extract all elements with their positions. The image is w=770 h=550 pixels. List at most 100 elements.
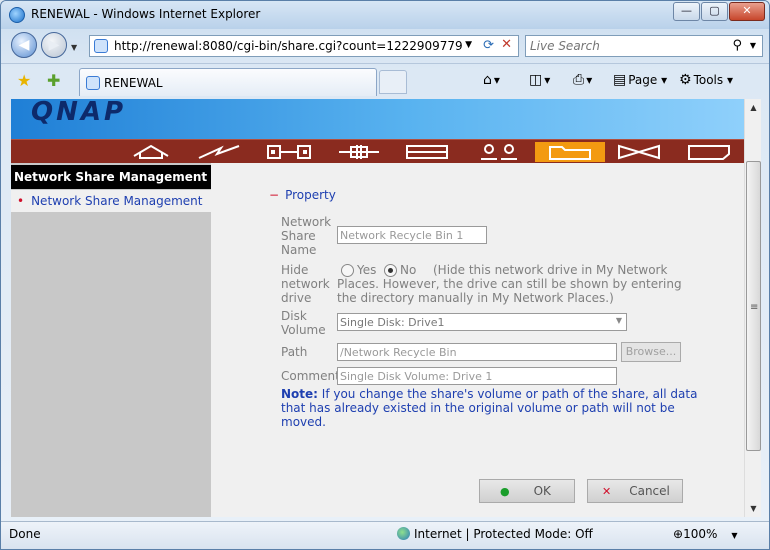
- lightning-icon: [198, 145, 240, 159]
- page-menu-button[interactable]: ▤ Page ▾: [613, 72, 667, 88]
- zone-text: Internet | Protected Mode: Off: [414, 527, 593, 541]
- ok-button[interactable]: ● OK: [479, 479, 575, 503]
- search-input[interactable]: [530, 38, 720, 54]
- menu-applications[interactable]: [617, 142, 661, 162]
- page-favicon-icon: [94, 39, 108, 53]
- menu-tags[interactable]: [687, 142, 731, 162]
- menu-home[interactable]: [129, 142, 173, 162]
- note-label: Note:: [281, 387, 318, 401]
- search-icon[interactable]: ⚲: [732, 38, 742, 53]
- close-button[interactable]: ✕: [729, 2, 765, 21]
- minimize-button[interactable]: —: [673, 2, 700, 21]
- disk-volume-selected: Single Disk: Drive1: [340, 316, 445, 329]
- collapse-minus-icon: −: [269, 188, 280, 202]
- bullet-icon: •: [17, 194, 25, 208]
- back-arrow-icon: ◀: [18, 37, 30, 53]
- sidebar-item-network-share-management[interactable]: • Network Share Management: [11, 190, 211, 212]
- bowtie-icon: [618, 144, 660, 160]
- cancel-button[interactable]: ✕ Cancel: [587, 479, 683, 503]
- browser-window: RENEWAL - Windows Internet Explorer — ▢ …: [0, 0, 770, 550]
- disk-volume-select[interactable]: Single Disk: Drive1 ▼: [337, 313, 627, 331]
- address-url[interactable]: http://renewal:8080/cgi-bin/share.cgi?co…: [114, 39, 463, 53]
- home-icon: ⌂: [483, 72, 492, 88]
- feeds-toolbar-button[interactable]: ◫ ▾: [529, 72, 550, 88]
- drive-icon: [406, 145, 448, 159]
- cross-connector-icon: [339, 145, 379, 159]
- browse-button[interactable]: Browse...: [621, 342, 681, 362]
- globe-icon: [397, 527, 410, 540]
- home-toolbar-button[interactable]: ⌂ ▾: [483, 72, 500, 88]
- disk-volume-label-line: Disk: [281, 309, 307, 323]
- tag-icon: [688, 145, 730, 160]
- add-favorites-icon[interactable]: ✚: [47, 71, 60, 90]
- favorites-star-icon[interactable]: ★: [17, 71, 31, 90]
- address-row: ◀ ▶ ▼ http://renewal:8080/cgi-bin/share.…: [1, 29, 769, 63]
- status-bar: Done Internet | Protected Mode: Off ⊕100…: [1, 521, 769, 549]
- tools-menu-button[interactable]: ⚙ Tools ▾: [679, 72, 733, 88]
- menu-network-share[interactable]: [535, 142, 605, 162]
- tab-favicon-icon: [86, 76, 100, 90]
- cancel-x-icon: ✕: [602, 485, 612, 498]
- maximize-button[interactable]: ▢: [701, 2, 728, 21]
- property-form: − Property Network Share Name Network Rec…: [211, 163, 744, 517]
- stop-icon[interactable]: ✕: [501, 37, 512, 52]
- back-button[interactable]: ◀: [11, 32, 37, 58]
- share-name-label: Network Share Name: [281, 215, 331, 257]
- share-name-field[interactable]: Network Recycle Bin 1: [337, 226, 487, 244]
- zoom-level: 100%: [683, 527, 718, 541]
- menu-devices[interactable]: [337, 142, 381, 162]
- zoom-magnifier-icon: ⊕: [673, 527, 684, 541]
- scroll-down-icon[interactable]: ▼: [745, 500, 762, 517]
- tools-menu-label: Tools: [693, 73, 724, 87]
- tab-label: RENEWAL: [104, 76, 163, 90]
- sidebar-header: Network Share Management: [11, 165, 211, 189]
- section-property-toggle[interactable]: − Property: [269, 188, 336, 202]
- menu-system[interactable]: [197, 142, 241, 162]
- search-options-dropdown-icon[interactable]: ▼: [750, 41, 756, 50]
- history-dropdown-icon[interactable]: ▼: [71, 43, 77, 52]
- sidebar: Network Share Management • Network Share …: [11, 163, 211, 517]
- forward-button[interactable]: ▶: [41, 32, 67, 58]
- scroll-up-icon[interactable]: ▲: [745, 99, 762, 116]
- forward-arrow-icon: ▶: [48, 37, 60, 53]
- menu-disk[interactable]: [405, 142, 449, 162]
- tab-row: ★ ✚ RENEWAL ⌂ ▾ ◫ ▾ ⎙ ▾ ▤ Page ▾ ⚙ Tools ▾: [1, 63, 769, 99]
- menu-users[interactable]: [477, 142, 521, 162]
- comment-label: Comment: [281, 369, 340, 383]
- address-bar[interactable]: http://renewal:8080/cgi-bin/share.cgi?co…: [89, 35, 519, 57]
- scroll-thumb[interactable]: ≡: [746, 161, 761, 451]
- folder-icon: [549, 146, 591, 160]
- refresh-icon[interactable]: ⟳: [483, 38, 494, 53]
- address-dropdown-icon[interactable]: ▼: [465, 40, 472, 50]
- rss-icon: ◫: [529, 72, 543, 88]
- window-title: RENEWAL - Windows Internet Explorer: [31, 7, 261, 21]
- menu-network[interactable]: [267, 142, 311, 162]
- chevron-down-icon: ▼: [615, 316, 622, 325]
- hide-hint-content: (Hide this network drive in My Network P…: [337, 263, 682, 305]
- hide-hint-text: (Hide this network drive in My Network P…: [337, 263, 697, 305]
- gear-icon: ⚙: [679, 72, 692, 88]
- qnap-banner: QNAP: [11, 99, 744, 139]
- section-title: Property: [285, 188, 336, 202]
- plug-icon: [267, 145, 311, 159]
- print-toolbar-button[interactable]: ⎙ ▾: [573, 72, 592, 88]
- vertical-scrollbar[interactable]: ▲ ≡ ▼: [744, 99, 761, 517]
- share-name-label-line: Share: [281, 229, 316, 243]
- security-zone[interactable]: Internet | Protected Mode: Off: [397, 527, 593, 541]
- page-menu-label: Page: [628, 73, 658, 87]
- hide-label-line: Hide: [281, 263, 309, 277]
- status-text: Done: [9, 527, 41, 541]
- grip-icon: ≡: [750, 302, 759, 313]
- printer-icon: ⎙: [573, 72, 585, 88]
- new-tab-button[interactable]: [379, 70, 407, 94]
- zoom-control[interactable]: ⊕100% ▼: [673, 527, 738, 541]
- tab-renewal[interactable]: RENEWAL: [79, 68, 377, 96]
- search-box[interactable]: ⚲ ▼: [525, 35, 763, 57]
- path-label: Path: [281, 345, 308, 359]
- disk-volume-label: Disk Volume: [281, 309, 326, 337]
- sidebar-item-label: Network Share Management: [31, 194, 203, 208]
- ok-dot-icon: ●: [500, 485, 510, 498]
- comment-field[interactable]: Single Disk Volume: Drive 1: [337, 367, 617, 385]
- zoom-dropdown-icon[interactable]: ▼: [731, 531, 737, 540]
- path-field[interactable]: /Network Recycle Bin: [337, 343, 617, 361]
